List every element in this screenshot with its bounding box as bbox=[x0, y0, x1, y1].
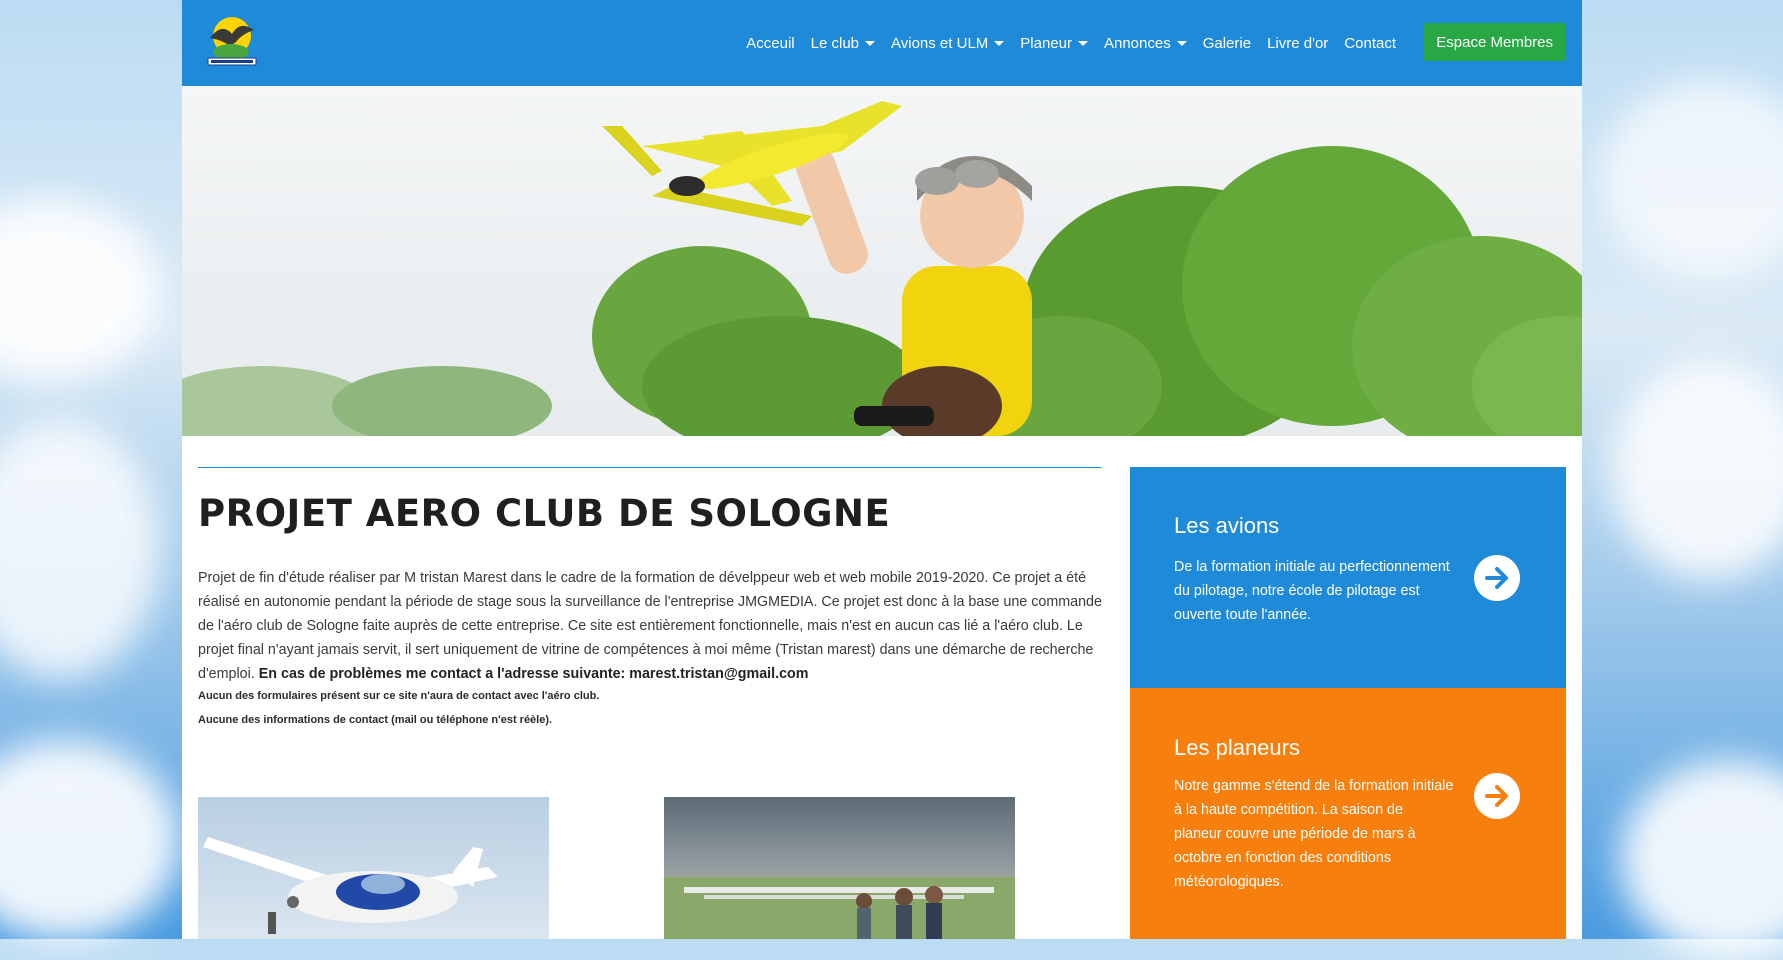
forms-disclaimer: Aucun des formulaires présent sur ce sit… bbox=[198, 690, 600, 702]
arrow-right-circle-icon[interactable] bbox=[1474, 555, 1520, 601]
nav-item-livre-dor[interactable]: Livre d'or bbox=[1259, 35, 1336, 52]
nav-item-le-club[interactable]: Le club bbox=[803, 35, 883, 52]
nav-item-galerie[interactable]: Galerie bbox=[1195, 35, 1259, 52]
nav-item-contact[interactable]: Contact bbox=[1336, 35, 1404, 52]
aero-club-logo[interactable] bbox=[200, 12, 262, 74]
nav-label: Livre d'or bbox=[1267, 34, 1329, 52]
main-navigation: Acceuil Le club Avions et ULM Planeur An… bbox=[738, 0, 1404, 86]
nav-label: Acceuil bbox=[746, 34, 795, 52]
nav-item-annonces[interactable]: Annonces bbox=[1096, 35, 1195, 52]
contact-disclaimer: Aucune des informations de contact (mail… bbox=[198, 714, 553, 726]
card-les-avions[interactable]: Les avions De la formation initiale au p… bbox=[1130, 467, 1566, 688]
card-text: De la formation initiale au perfectionne… bbox=[1174, 559, 1450, 623]
nav-label: Annonces bbox=[1103, 34, 1171, 52]
card-les-planeurs[interactable]: Les planeurs Notre gamme s'étend de la f… bbox=[1130, 688, 1566, 939]
nav-label: Contact bbox=[1344, 34, 1396, 52]
planeur-photo[interactable] bbox=[664, 797, 1015, 939]
contact-email-text: En cas de problèmes me contact a l'adres… bbox=[258, 666, 809, 682]
card-title: Les planeurs bbox=[1174, 735, 1300, 760]
nav-item-planeur[interactable]: Planeur bbox=[1012, 35, 1096, 52]
section-divider bbox=[198, 467, 1101, 468]
nav-label: Avions et ULM bbox=[891, 34, 989, 52]
nav-item-avions-ulm[interactable]: Avions et ULM bbox=[883, 35, 1012, 52]
nav-label: Le club bbox=[810, 34, 860, 52]
page-container: Acceuil Le club Avions et ULM Planeur An… bbox=[182, 0, 1582, 939]
nav-label: Galerie bbox=[1202, 34, 1252, 52]
nav-item-accueil[interactable]: Acceuil bbox=[738, 35, 802, 52]
espace-membres-button[interactable]: Espace Membres bbox=[1423, 23, 1566, 61]
avion-photo[interactable] bbox=[198, 797, 549, 939]
caret-down-icon bbox=[1176, 40, 1187, 46]
page-title: PROJET AERO CLUB DE SOLOGNE bbox=[198, 492, 891, 535]
card-title: Les avions bbox=[1174, 513, 1280, 538]
navbar: Acceuil Le club Avions et ULM Planeur An… bbox=[182, 0, 1582, 86]
caret-down-icon bbox=[994, 40, 1005, 46]
arrow-right-circle-icon[interactable] bbox=[1474, 773, 1520, 819]
card-text: Notre gamme s'étend de la formation init… bbox=[1174, 778, 1454, 890]
caret-down-icon bbox=[865, 40, 876, 46]
hero-image bbox=[182, 86, 1582, 436]
nav-label: Planeur bbox=[1020, 34, 1072, 52]
caret-down-icon bbox=[1077, 40, 1088, 46]
intro-paragraph: Projet de fin d'étude réaliser par M tri… bbox=[198, 566, 1103, 686]
